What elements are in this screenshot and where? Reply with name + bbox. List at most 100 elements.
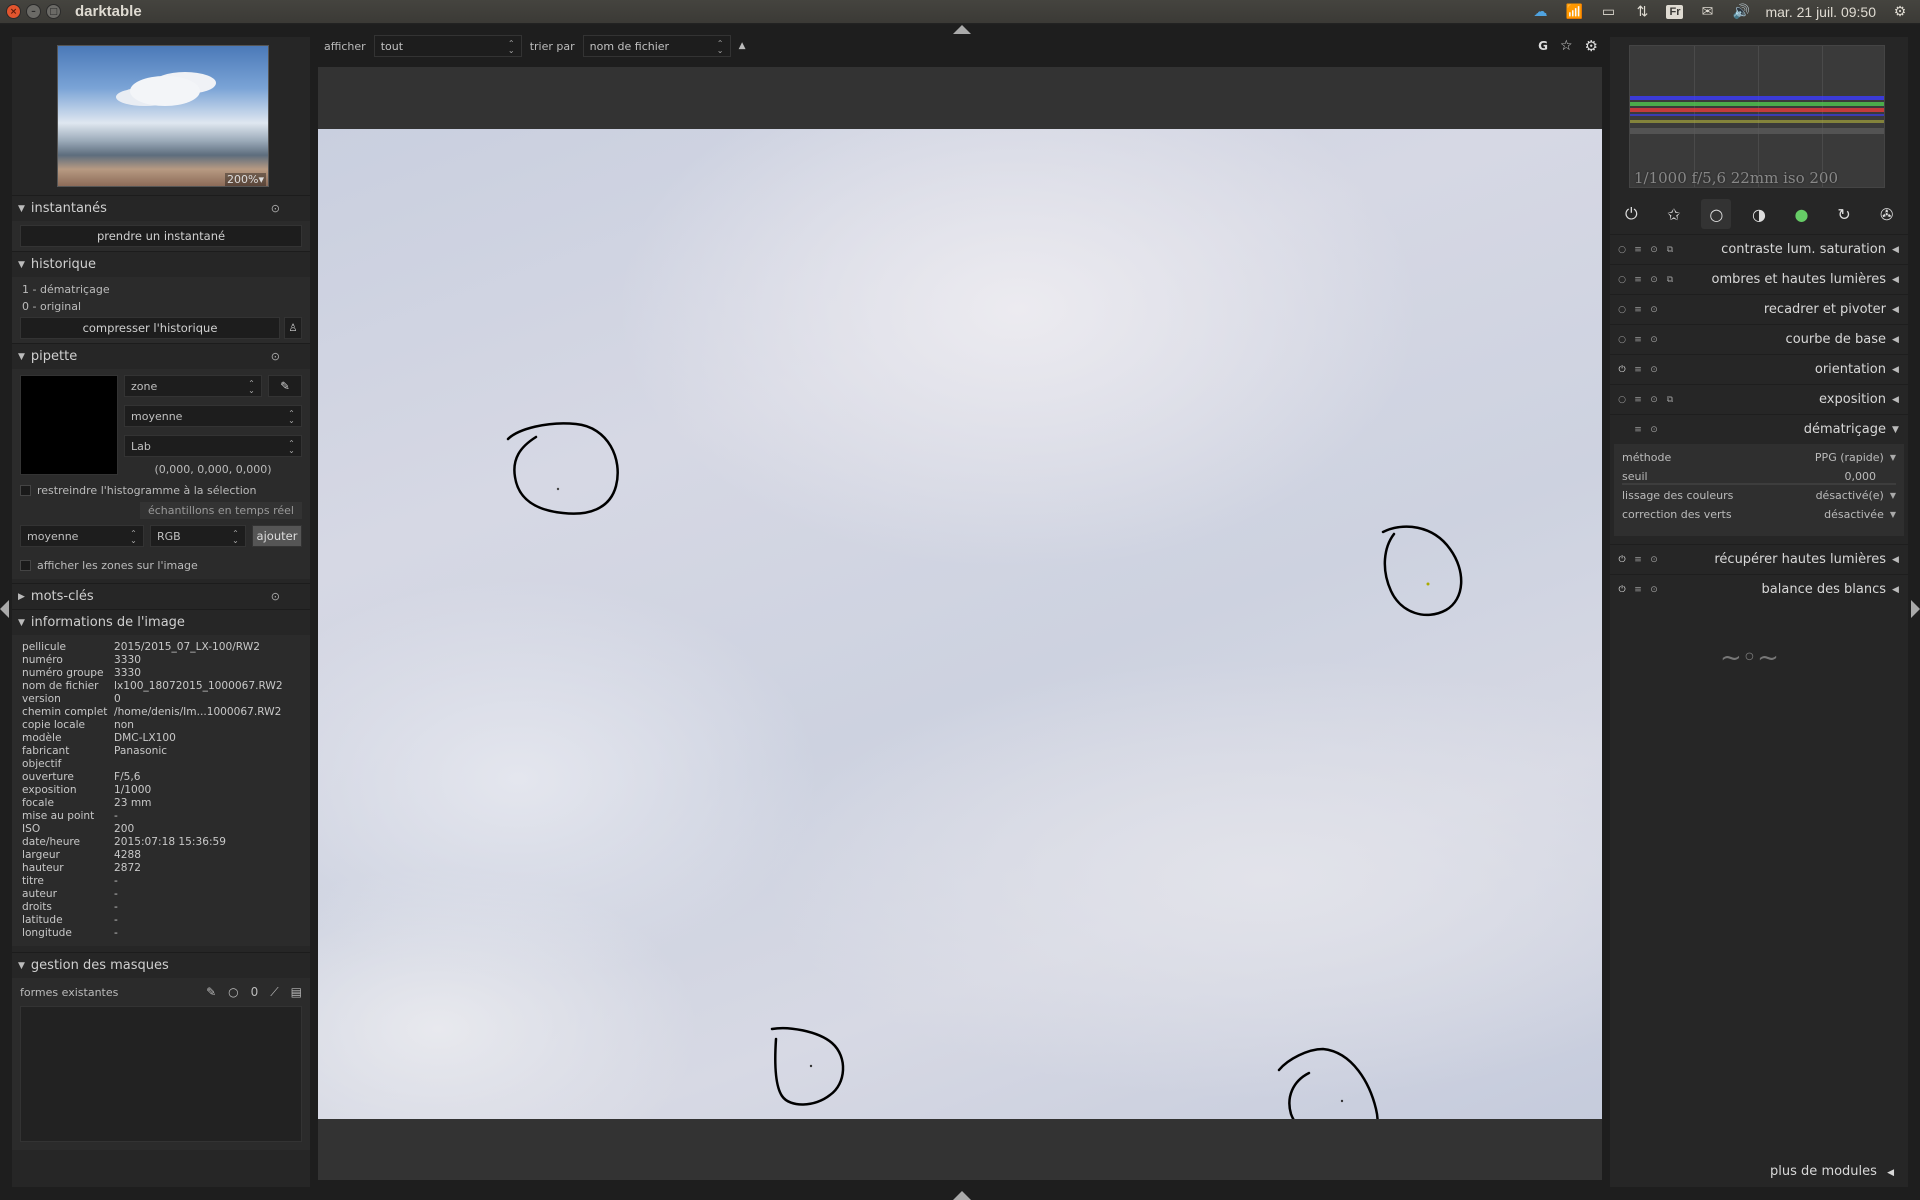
network-transfer-icon[interactable]: ⇅ bbox=[1632, 3, 1652, 21]
sample-colorspace-select[interactable]: RGB bbox=[150, 525, 246, 547]
presets-icon[interactable]: ≡ bbox=[1630, 305, 1646, 315]
history-item[interactable]: 1 - dématriçage bbox=[20, 281, 302, 298]
tone-group-icon[interactable]: ◑ bbox=[1744, 199, 1774, 229]
module-demosaic[interactable]: ≡ ⊙ dématriçage ▼ bbox=[1610, 414, 1908, 444]
module-white-balance[interactable]: ⏻ ≡ ⊙ balance des blancs ◀ bbox=[1610, 574, 1908, 604]
mail-icon[interactable]: ✉ bbox=[1697, 3, 1717, 21]
clock[interactable]: mar. 21 juil. 09:50 bbox=[1765, 4, 1876, 20]
favorites-star-icon[interactable]: ✩ bbox=[1659, 199, 1689, 229]
demosaic-method-select[interactable]: méthode PPG (rapide) ▼ bbox=[1622, 448, 1896, 467]
checkbox[interactable] bbox=[20, 559, 31, 571]
take-snapshot-button[interactable]: prendre un instantané bbox=[20, 225, 302, 247]
cloud-sync-icon[interactable]: ☁ bbox=[1530, 3, 1550, 21]
battery-icon[interactable]: ▭ bbox=[1598, 3, 1618, 21]
power-icon[interactable]: ⏻ bbox=[1614, 365, 1630, 375]
module-contrast-brightness-saturation[interactable]: ○ ≡ ⊙ ⧉ contraste lum. saturation ◀ bbox=[1610, 234, 1908, 264]
presets-icon[interactable]: ≡ bbox=[1630, 275, 1646, 285]
module-exposure[interactable]: ○ ≡ ⊙ ⧉ exposition ◀ bbox=[1610, 384, 1908, 414]
green-equilibration-select[interactable]: correction des verts désactivée ▼ bbox=[1622, 505, 1896, 524]
presets-icon[interactable]: ≡ bbox=[1630, 335, 1646, 345]
presets-icon[interactable]: ≡ bbox=[1630, 245, 1646, 255]
reset-icon[interactable]: ⊙ bbox=[1646, 365, 1662, 375]
minimize-button[interactable]: – bbox=[26, 4, 41, 19]
effects-group-icon[interactable]: ✇ bbox=[1872, 199, 1902, 229]
gear-icon[interactable]: ⚙ bbox=[1890, 3, 1910, 21]
picker-colorspace-select[interactable]: Lab bbox=[124, 435, 302, 457]
reset-icon[interactable]: ⊙ bbox=[1646, 245, 1662, 255]
presets-icon[interactable]: ≡ bbox=[1630, 425, 1646, 435]
center-image-area[interactable] bbox=[318, 67, 1602, 1180]
module-base-curve[interactable]: ○ ≡ ⊙ courbe de base ◀ bbox=[1610, 324, 1908, 354]
power-icon[interactable]: ○ bbox=[1614, 275, 1630, 285]
wifi-icon[interactable]: 📶 bbox=[1564, 3, 1584, 21]
shapes-list[interactable] bbox=[20, 1006, 302, 1142]
keyboard-layout-indicator[interactable]: Fr bbox=[1666, 4, 1684, 19]
multi-instance-icon[interactable]: ⧉ bbox=[1662, 275, 1678, 285]
photo-sky[interactable] bbox=[318, 129, 1602, 1119]
grouping-toggle[interactable]: G bbox=[1538, 39, 1548, 53]
ellipse-shape-icon[interactable]: 0 bbox=[251, 985, 259, 1000]
more-modules-button[interactable]: plus de modules ◀ bbox=[1770, 1164, 1894, 1179]
correct-group-icon[interactable]: ↻ bbox=[1829, 199, 1859, 229]
left-panel-toggle-icon[interactable] bbox=[0, 600, 9, 618]
module-orientation[interactable]: ⏻ ≡ ⊙ orientation ◀ bbox=[1610, 354, 1908, 384]
colorpicker-header[interactable]: ▼ pipette ⊙ bbox=[12, 343, 310, 369]
gradient-shape-icon[interactable]: ▤ bbox=[291, 985, 302, 1000]
sort-select[interactable]: nom de fichier bbox=[582, 35, 731, 57]
reset-icon[interactable]: ⊙ bbox=[1646, 555, 1662, 565]
right-panel-toggle-icon[interactable] bbox=[1911, 600, 1920, 618]
show-zones-checkbox[interactable]: afficher les zones sur l'image bbox=[20, 555, 302, 575]
volume-icon[interactable]: 🔊 bbox=[1731, 3, 1751, 21]
sample-statistic-select[interactable]: moyenne bbox=[20, 525, 144, 547]
module-crop-rotate[interactable]: ○ ≡ ⊙ recadrer et pivoter ◀ bbox=[1610, 294, 1908, 324]
navigation-thumbnail[interactable]: 200%▾ bbox=[57, 45, 269, 187]
picker-mode-select[interactable]: zone bbox=[124, 375, 262, 397]
reset-icon[interactable]: ⊙ bbox=[271, 202, 280, 215]
module-shadows-highlights[interactable]: ○ ≡ ⊙ ⧉ ombres et hautes lumières ◀ bbox=[1610, 264, 1908, 294]
filter-select[interactable]: tout bbox=[373, 35, 522, 57]
compress-history-button[interactable]: compresser l'historique bbox=[20, 317, 280, 339]
demosaic-threshold-slider[interactable]: seuil 0,000 bbox=[1622, 467, 1896, 486]
reset-icon[interactable]: ⊙ bbox=[271, 350, 280, 363]
create-style-icon[interactable]: ♙ bbox=[284, 317, 302, 339]
power-icon[interactable]: ○ bbox=[1614, 335, 1630, 345]
picker-eyedropper-icon[interactable]: ✎ bbox=[268, 375, 302, 397]
power-icon[interactable]: ⏻ bbox=[1614, 555, 1630, 565]
bottom-panel-toggle-icon[interactable] bbox=[953, 1191, 971, 1200]
restrict-histogram-checkbox[interactable]: restreindre l'histogramme à la sélection bbox=[20, 480, 302, 500]
reset-icon[interactable]: ⊙ bbox=[1646, 585, 1662, 595]
sort-direction-toggle[interactable]: ▲ bbox=[739, 41, 746, 51]
reset-icon[interactable]: ⊙ bbox=[1646, 305, 1662, 315]
snapshots-header[interactable]: ▼ instantanés ⊙ bbox=[12, 195, 310, 221]
star-icon[interactable]: ☆ bbox=[1560, 38, 1573, 54]
masks-header[interactable]: ▼ gestion des masques bbox=[12, 952, 310, 978]
presets-icon[interactable]: ≡ bbox=[1630, 585, 1646, 595]
reset-icon[interactable]: ⊙ bbox=[271, 590, 280, 603]
basic-group-circle-icon[interactable]: ○ bbox=[1701, 199, 1732, 229]
add-sample-button[interactable]: ajouter bbox=[252, 525, 302, 547]
history-item[interactable]: 0 - original bbox=[20, 298, 302, 315]
multi-instance-icon[interactable]: ⧉ bbox=[1662, 245, 1678, 255]
reset-icon[interactable]: ⊙ bbox=[1646, 335, 1662, 345]
checkbox[interactable] bbox=[20, 484, 31, 496]
reset-icon[interactable]: ⊙ bbox=[1646, 395, 1662, 405]
presets-icon[interactable]: ≡ bbox=[1630, 395, 1646, 405]
maximize-button[interactable]: □ bbox=[46, 4, 61, 19]
gear-icon[interactable]: ⚙ bbox=[1585, 37, 1598, 55]
power-icon[interactable]: ⏻ bbox=[1614, 585, 1630, 595]
power-icon[interactable]: ○ bbox=[1614, 245, 1630, 255]
history-header[interactable]: ▼ historique bbox=[12, 251, 310, 277]
module-highlight-reconstruction[interactable]: ⏻ ≡ ⊙ récupérer hautes lumières ◀ bbox=[1610, 544, 1908, 574]
path-shape-icon[interactable]: ⟋ bbox=[270, 985, 278, 1000]
circle-shape-icon[interactable]: ○ bbox=[228, 985, 238, 1000]
reset-icon[interactable]: ⊙ bbox=[1646, 425, 1662, 435]
reset-icon[interactable]: ⊙ bbox=[1646, 275, 1662, 285]
image-info-header[interactable]: ▼ informations de l'image bbox=[12, 609, 310, 635]
pencil-icon[interactable]: ✎ bbox=[206, 985, 216, 1000]
power-icon[interactable]: ○ bbox=[1614, 395, 1630, 405]
power-icon[interactable]: ○ bbox=[1614, 305, 1630, 315]
presets-icon[interactable]: ≡ bbox=[1630, 365, 1646, 375]
presets-icon[interactable]: ≡ bbox=[1630, 555, 1646, 565]
tagging-header[interactable]: ▶ mots-clés ⊙ bbox=[12, 583, 310, 609]
histogram[interactable]: 1/1000 f/5,6 22mm iso 200 bbox=[1629, 45, 1885, 188]
